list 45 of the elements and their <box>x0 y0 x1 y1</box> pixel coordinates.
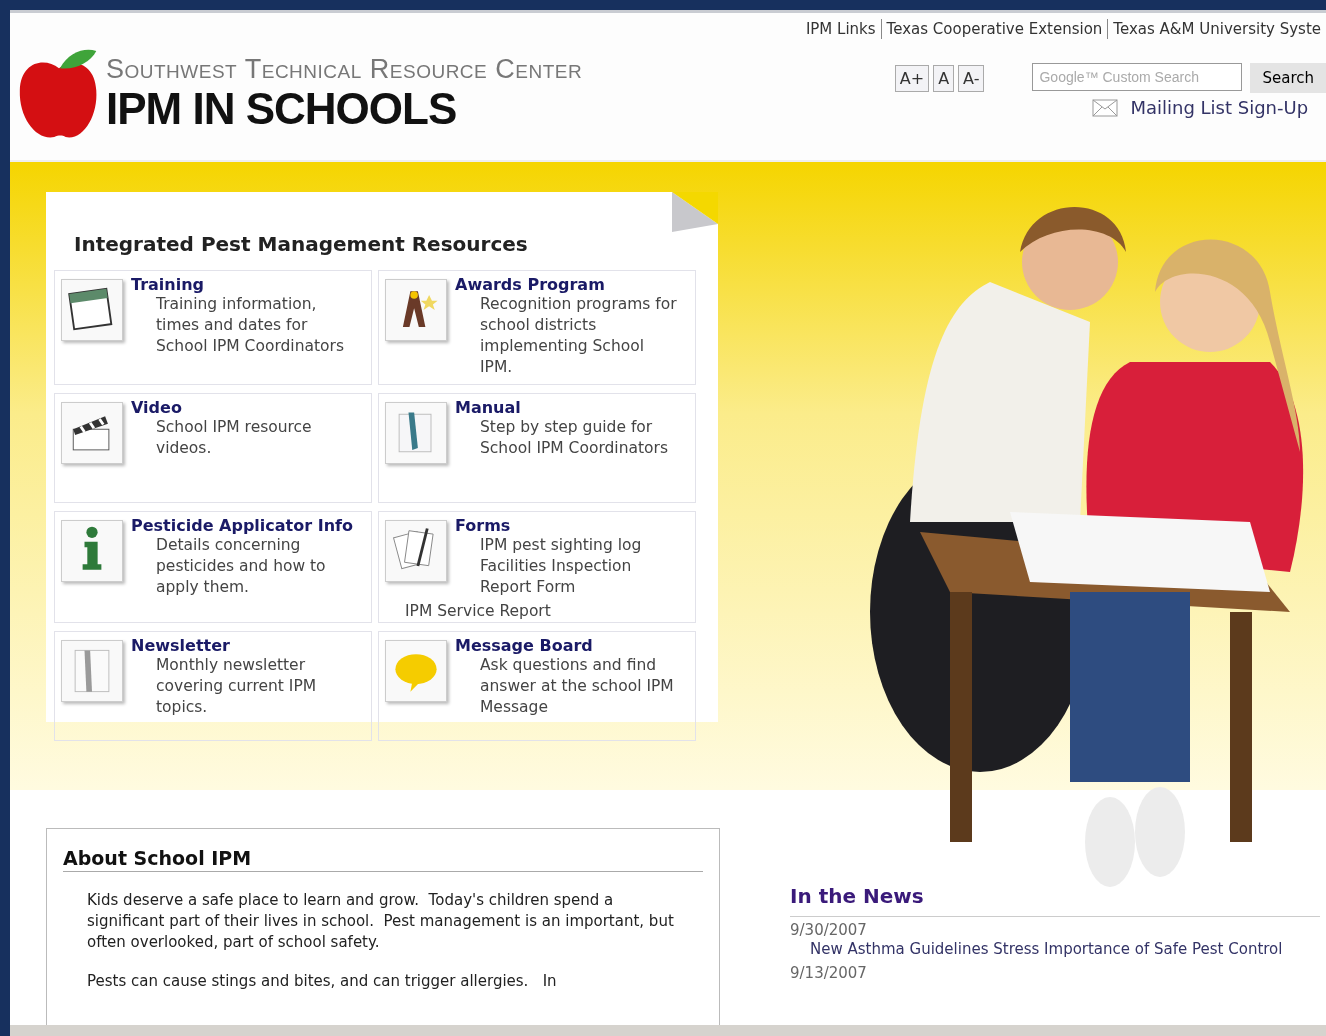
search-button[interactable]: Search <box>1250 63 1326 93</box>
resource-link[interactable]: Manual <box>455 398 680 417</box>
resource-link[interactable]: Video <box>131 398 356 417</box>
resource-link[interactable]: Message Board <box>455 636 680 655</box>
header-link[interactable]: IPM Links <box>800 20 881 38</box>
news-date: 9/30/2007 <box>790 921 868 939</box>
mailing-list-link[interactable]: Mailing List Sign-Up <box>1130 97 1309 118</box>
font-size-button[interactable]: A- <box>958 65 985 92</box>
font-size-button[interactable]: A <box>933 65 955 92</box>
resource-link[interactable]: Newsletter <box>131 636 356 655</box>
resource-description: Details concerning pesticides and how to apply them. <box>155 535 327 598</box>
award-icon[interactable] <box>385 279 447 341</box>
forms-icon[interactable] <box>385 520 447 582</box>
font-size-button[interactable]: A+ <box>894 65 930 92</box>
about-heading: About School IPM <box>63 847 703 872</box>
resource-link[interactable]: IPM Service Report <box>405 602 551 620</box>
envelope-icon <box>1092 98 1119 117</box>
info-icon[interactable] <box>61 520 123 582</box>
resource-description: IPM pest sighting log Facilities Inspection Report Form <box>479 535 643 598</box>
header-link[interactable]: Texas A&M University Syste <box>1108 20 1326 38</box>
resources-heading: Integrated Pest Management Resources <box>74 232 529 256</box>
news-link[interactable]: New Asthma Guidelines Stress Importance of Safe Pest Control <box>790 939 1320 960</box>
resource-description: School IPM resource videos. <box>155 417 313 459</box>
pen-icon[interactable] <box>385 402 447 464</box>
resource-description: Step by step guide for School IPM Coordinators <box>479 417 669 459</box>
resource-link[interactable]: Awards Program <box>455 275 680 294</box>
resource-description: Ask questions and find answer at the school IPM Message <box>479 655 675 718</box>
logo-subtitle: Southwest Technical Resource Center <box>106 53 583 85</box>
search-field[interactable]: Google™ Custom Search <box>1032 63 1243 91</box>
news-heading: In the News <box>790 884 1320 917</box>
page-curl-icon <box>672 192 718 232</box>
paragraph: Pests can cause stings and bites, and can trigger allergies. In <box>87 971 558 992</box>
header-link[interactable]: Texas Cooperative Extension <box>881 20 1108 38</box>
resource-description: Recognition programs for school districts implementing School IPM. <box>479 294 678 378</box>
calendar-icon[interactable] <box>61 279 123 341</box>
resource-link[interactable]: Pesticide Applicator Info <box>131 516 356 535</box>
clapperboard-icon[interactable] <box>61 402 123 464</box>
paragraph: Kids deserve a safe place to learn and grow. Today's children spend a significant part of their lives in school. Pest management is an important, but often overlooked, part of school safety. <box>87 890 675 953</box>
resource-link[interactable]: Training <box>131 275 356 294</box>
newsletter-icon[interactable] <box>61 640 123 702</box>
resource-description: Training information, times and dates for School IPM Coordinators <box>155 294 345 357</box>
news-date: 9/13/2007 <box>790 964 868 982</box>
resource-link[interactable]: Forms <box>455 516 680 535</box>
resource-description: Monthly newsletter covering current IPM topics. <box>155 655 318 718</box>
logo-title: IPM IN SCHOOLS <box>106 84 458 133</box>
